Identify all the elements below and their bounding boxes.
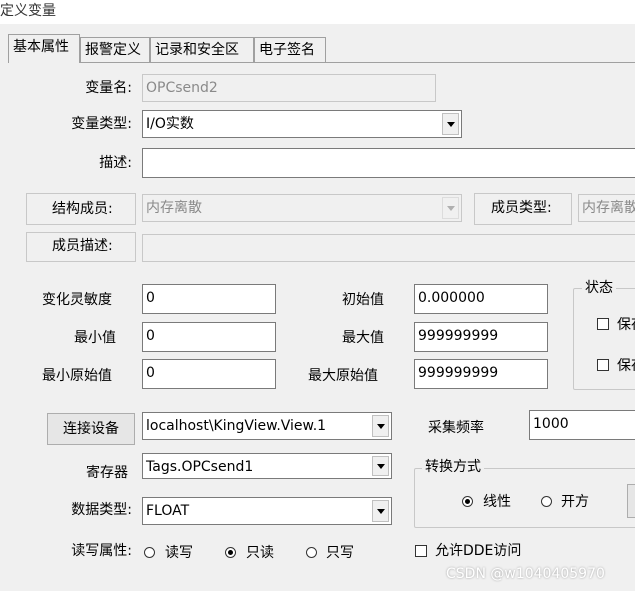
rw-readwrite-radio[interactable] — [144, 547, 155, 558]
convert-sqrt-label: 开方 — [561, 494, 589, 510]
var-type-label: 变量类型: — [71, 116, 132, 132]
max-value-input[interactable]: 999999999 — [414, 322, 548, 352]
chevron-down-icon — [446, 121, 455, 127]
device-select[interactable]: localhost\KingView.View.1 — [142, 412, 392, 440]
chevron-down-icon — [376, 463, 385, 469]
struct-member-label: 结构成员: — [52, 201, 113, 217]
min-value-label: 最小值 — [74, 330, 116, 346]
save-checkbox-1[interactable] — [597, 318, 609, 330]
sensitivity-label: 变化灵敏度 — [42, 292, 112, 308]
freq-label: 采集频率 — [428, 420, 484, 436]
datatype-select[interactable]: FLOAT — [142, 497, 392, 525]
min-raw-input[interactable]: 0 — [142, 359, 276, 389]
window-title-bar: 定义变量 — [0, 0, 635, 24]
register-select[interactable]: Tags.OPCsend1 — [142, 453, 392, 479]
freq-input[interactable]: 1000 — [529, 410, 635, 440]
tab-strip-border — [8, 62, 635, 63]
var-name-field[interactable]: OPCsend2 — [142, 74, 436, 102]
device-dropdown-button[interactable] — [372, 415, 389, 437]
datatype-label: 数据类型: — [71, 502, 132, 518]
convert-advanced-button[interactable] — [627, 484, 635, 518]
register-dropdown-button[interactable] — [372, 456, 389, 476]
datatype-dropdown-button[interactable] — [372, 500, 389, 522]
rw-label: 读写属性: — [71, 543, 132, 559]
max-value-label: 最大值 — [342, 330, 384, 346]
convert-linear-radio[interactable] — [462, 496, 473, 507]
tab-record-security[interactable]: 记录和安全区 — [150, 37, 254, 62]
sensitivity-input[interactable]: 0 — [142, 284, 276, 314]
rw-readonly-radio[interactable] — [225, 547, 236, 558]
struct-member-frame: 结构成员: — [26, 193, 136, 225]
convert-linear-label: 线性 — [483, 494, 511, 510]
struct-member-value: 内存离散 — [146, 200, 202, 216]
var-name-label: 变量名: — [85, 80, 132, 96]
initial-value-input[interactable]: 0.000000 — [414, 284, 548, 314]
register-value: Tags.OPCsend1 — [146, 459, 254, 475]
struct-member-dropdown-button[interactable] — [442, 197, 459, 219]
rw-writeonly-radio[interactable] — [306, 547, 317, 558]
member-desc-input[interactable] — [142, 234, 635, 262]
var-type-value: I/O实数 — [146, 116, 194, 132]
var-type-dropdown-button[interactable] — [442, 113, 459, 135]
chevron-down-icon — [446, 205, 455, 211]
rw-readonly-label: 只读 — [246, 545, 274, 561]
member-type-select[interactable]: 内存离散 — [578, 194, 635, 222]
max-raw-label: 最大原始值 — [308, 368, 378, 384]
rw-readwrite-label: 读写 — [165, 545, 193, 561]
rw-writeonly-label: 只写 — [326, 545, 354, 561]
chevron-down-icon — [376, 423, 385, 429]
device-value: localhost\KingView.View.1 — [146, 418, 327, 434]
save-checkbox-2-label: 保存 — [617, 358, 635, 374]
member-type-label: 成员类型: — [491, 200, 552, 216]
var-type-select[interactable]: I/O实数 — [142, 110, 462, 138]
min-raw-label: 最小原始值 — [42, 368, 112, 384]
member-type-frame: 成员类型: — [474, 193, 572, 225]
tab-alarm-definition[interactable]: 报警定义 — [80, 37, 150, 62]
member-desc-frame: 成员描述: — [26, 232, 136, 262]
dde-access-label: 允许DDE访问 — [435, 543, 522, 559]
min-value-input[interactable]: 0 — [142, 322, 276, 352]
tab-e-signature[interactable]: 电子签名 — [254, 37, 326, 62]
window-title: 定义变量 — [0, 3, 56, 19]
tab-basic-properties[interactable]: 基本属性 — [8, 34, 80, 63]
struct-member-select[interactable]: 内存离散 — [142, 194, 462, 222]
convert-mode-group — [414, 468, 635, 528]
member-desc-label: 成员描述: — [52, 238, 113, 254]
connect-device-button[interactable]: 连接设备 — [47, 413, 135, 445]
convert-mode-title: 转换方式 — [422, 458, 484, 476]
convert-sqrt-radio[interactable] — [541, 496, 552, 507]
register-label: 寄存器 — [86, 465, 128, 481]
initial-value-label: 初始值 — [342, 292, 384, 308]
watermark-text: CSDN @w1040405970 — [446, 566, 605, 582]
max-raw-input[interactable]: 999999999 — [414, 359, 548, 389]
dde-access-checkbox[interactable] — [415, 545, 427, 557]
chevron-down-icon — [376, 508, 385, 514]
desc-input[interactable] — [142, 148, 635, 178]
status-group-title: 状态 — [582, 279, 616, 297]
datatype-value: FLOAT — [146, 503, 190, 519]
desc-label: 描述: — [99, 155, 132, 171]
save-checkbox-2[interactable] — [597, 359, 609, 371]
save-checkbox-1-label: 保存 — [617, 317, 635, 333]
